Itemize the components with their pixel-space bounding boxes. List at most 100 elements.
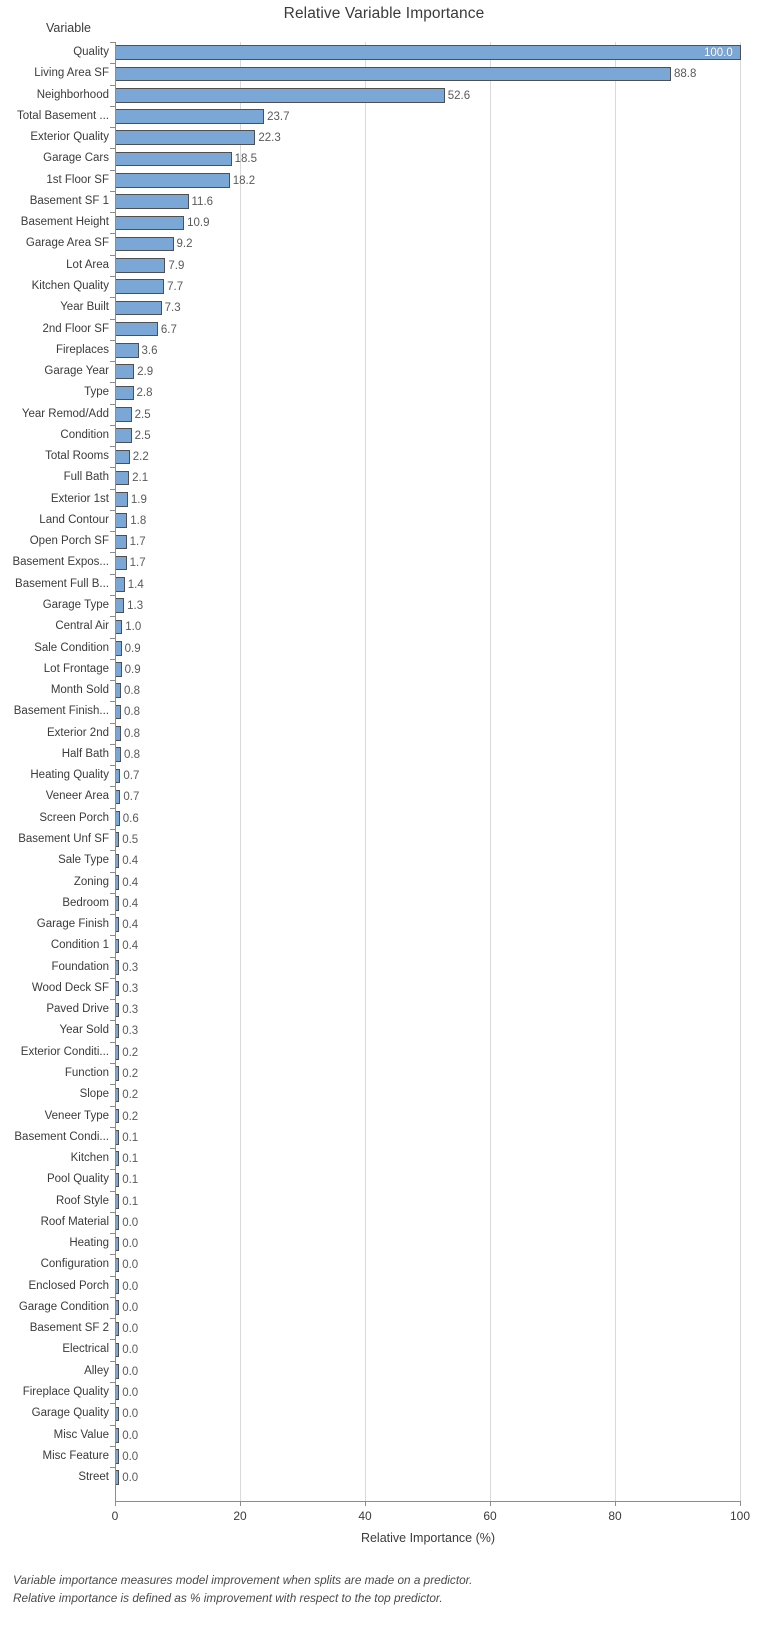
category-label: Bedroom [62,896,109,909]
bar[interactable] [116,747,121,762]
bar-value-label: 0.7 [123,770,140,783]
bar[interactable] [116,87,445,103]
bar[interactable] [116,1342,120,1358]
bar[interactable] [116,173,230,188]
bar[interactable] [116,1300,120,1315]
bar[interactable] [116,1172,120,1188]
bar[interactable] [116,1045,120,1060]
bar-value-label: 1.9 [130,493,147,506]
bar[interactable] [116,768,121,784]
bar[interactable] [116,258,166,273]
bar[interactable] [116,279,165,294]
bar[interactable] [116,1257,120,1273]
bar-value-label: 0.3 [122,1004,139,1017]
bar-row: Garage Area SF 9.2 [0,233,768,254]
bar[interactable] [116,1279,120,1294]
category-label: Year Sold [59,1024,109,1037]
y-tick-mark [110,1360,115,1362]
bar[interactable] [116,704,121,720]
y-tick-mark [110,977,115,979]
bar[interactable] [116,619,123,635]
bar[interactable] [116,1130,120,1145]
bar-value-label: 0.1 [122,1195,139,1208]
bar[interactable] [116,789,121,805]
bar-row: Wood Deck SF 0.3 [0,977,768,999]
bar[interactable] [116,981,120,996]
y-tick-mark [110,361,115,363]
bar-row: 1st Floor SF 18.2 [0,169,768,191]
bar-value-label: 52.6 [447,89,471,102]
bar[interactable] [116,1427,120,1443]
bar-value-label: 0.0 [122,1472,139,1485]
bar-row: 2nd Floor SF 6.7 [0,318,768,340]
bar[interactable] [116,236,174,252]
bar[interactable] [116,1385,120,1400]
bar[interactable] [116,343,139,358]
bar[interactable] [116,1236,120,1252]
bar-row: Basement Condi... 0.1 [0,1126,768,1148]
bar[interactable] [116,321,158,337]
bar[interactable] [116,1470,120,1486]
bar[interactable] [116,45,741,60]
bar[interactable] [116,1215,120,1230]
bar-row: Zoning 0.4 [0,871,768,893]
category-label: 1st Floor SF [46,173,109,186]
bar[interactable] [116,215,185,231]
y-tick-mark [110,743,115,745]
bar[interactable] [116,896,120,911]
y-tick-mark [110,1105,115,1107]
bar-value-label: 0.0 [122,1450,139,1463]
bar[interactable] [116,1449,120,1464]
bar[interactable] [116,1087,120,1103]
bar[interactable] [116,492,128,507]
bar[interactable] [116,938,120,954]
bar[interactable] [116,874,120,890]
bar[interactable] [116,66,671,82]
bar[interactable] [116,1151,120,1167]
bar[interactable] [116,811,120,826]
bar[interactable] [116,1066,120,1081]
bar[interactable] [116,683,121,699]
y-tick-mark [110,1254,115,1256]
bar[interactable] [116,151,232,167]
bar-value-label: 0.1 [122,1153,139,1166]
x-tick-mark [365,1501,366,1506]
bar[interactable] [116,853,120,869]
bar[interactable] [116,385,134,401]
bar-row: Pool Quality 0.1 [0,1169,768,1190]
bar[interactable] [116,194,189,209]
bar[interactable] [116,832,120,847]
category-label: Month Sold [50,684,109,697]
bar[interactable] [116,1364,120,1379]
bar[interactable] [116,364,135,380]
bar[interactable] [116,1023,120,1039]
bar[interactable] [116,449,130,465]
y-tick-mark [110,63,115,65]
bar[interactable] [116,917,120,933]
bar[interactable] [116,726,121,741]
bar[interactable] [116,960,120,975]
bar[interactable] [116,1108,120,1124]
bar[interactable] [116,598,125,613]
bar[interactable] [116,555,127,571]
bar[interactable] [116,1002,120,1018]
bar-value-label: 0.0 [122,1238,139,1251]
bar[interactable] [116,1193,120,1209]
bar[interactable] [116,109,265,124]
bar[interactable] [116,300,162,316]
bar[interactable] [116,662,122,677]
bar[interactable] [116,1406,120,1422]
bar-row: Garage Type 1.3 [0,595,768,616]
bar[interactable] [116,470,130,486]
bar-value-label: 2.8 [136,387,153,400]
bar[interactable] [116,1321,120,1337]
bar[interactable] [116,428,132,443]
bar-row: Foundation 0.3 [0,956,768,978]
bar[interactable] [116,640,122,656]
bar[interactable] [116,130,256,146]
bar[interactable] [116,577,125,592]
bar[interactable] [116,406,132,422]
bar[interactable] [116,534,127,550]
bar[interactable] [116,513,128,528]
bar-value-label: 0.2 [122,1089,139,1102]
